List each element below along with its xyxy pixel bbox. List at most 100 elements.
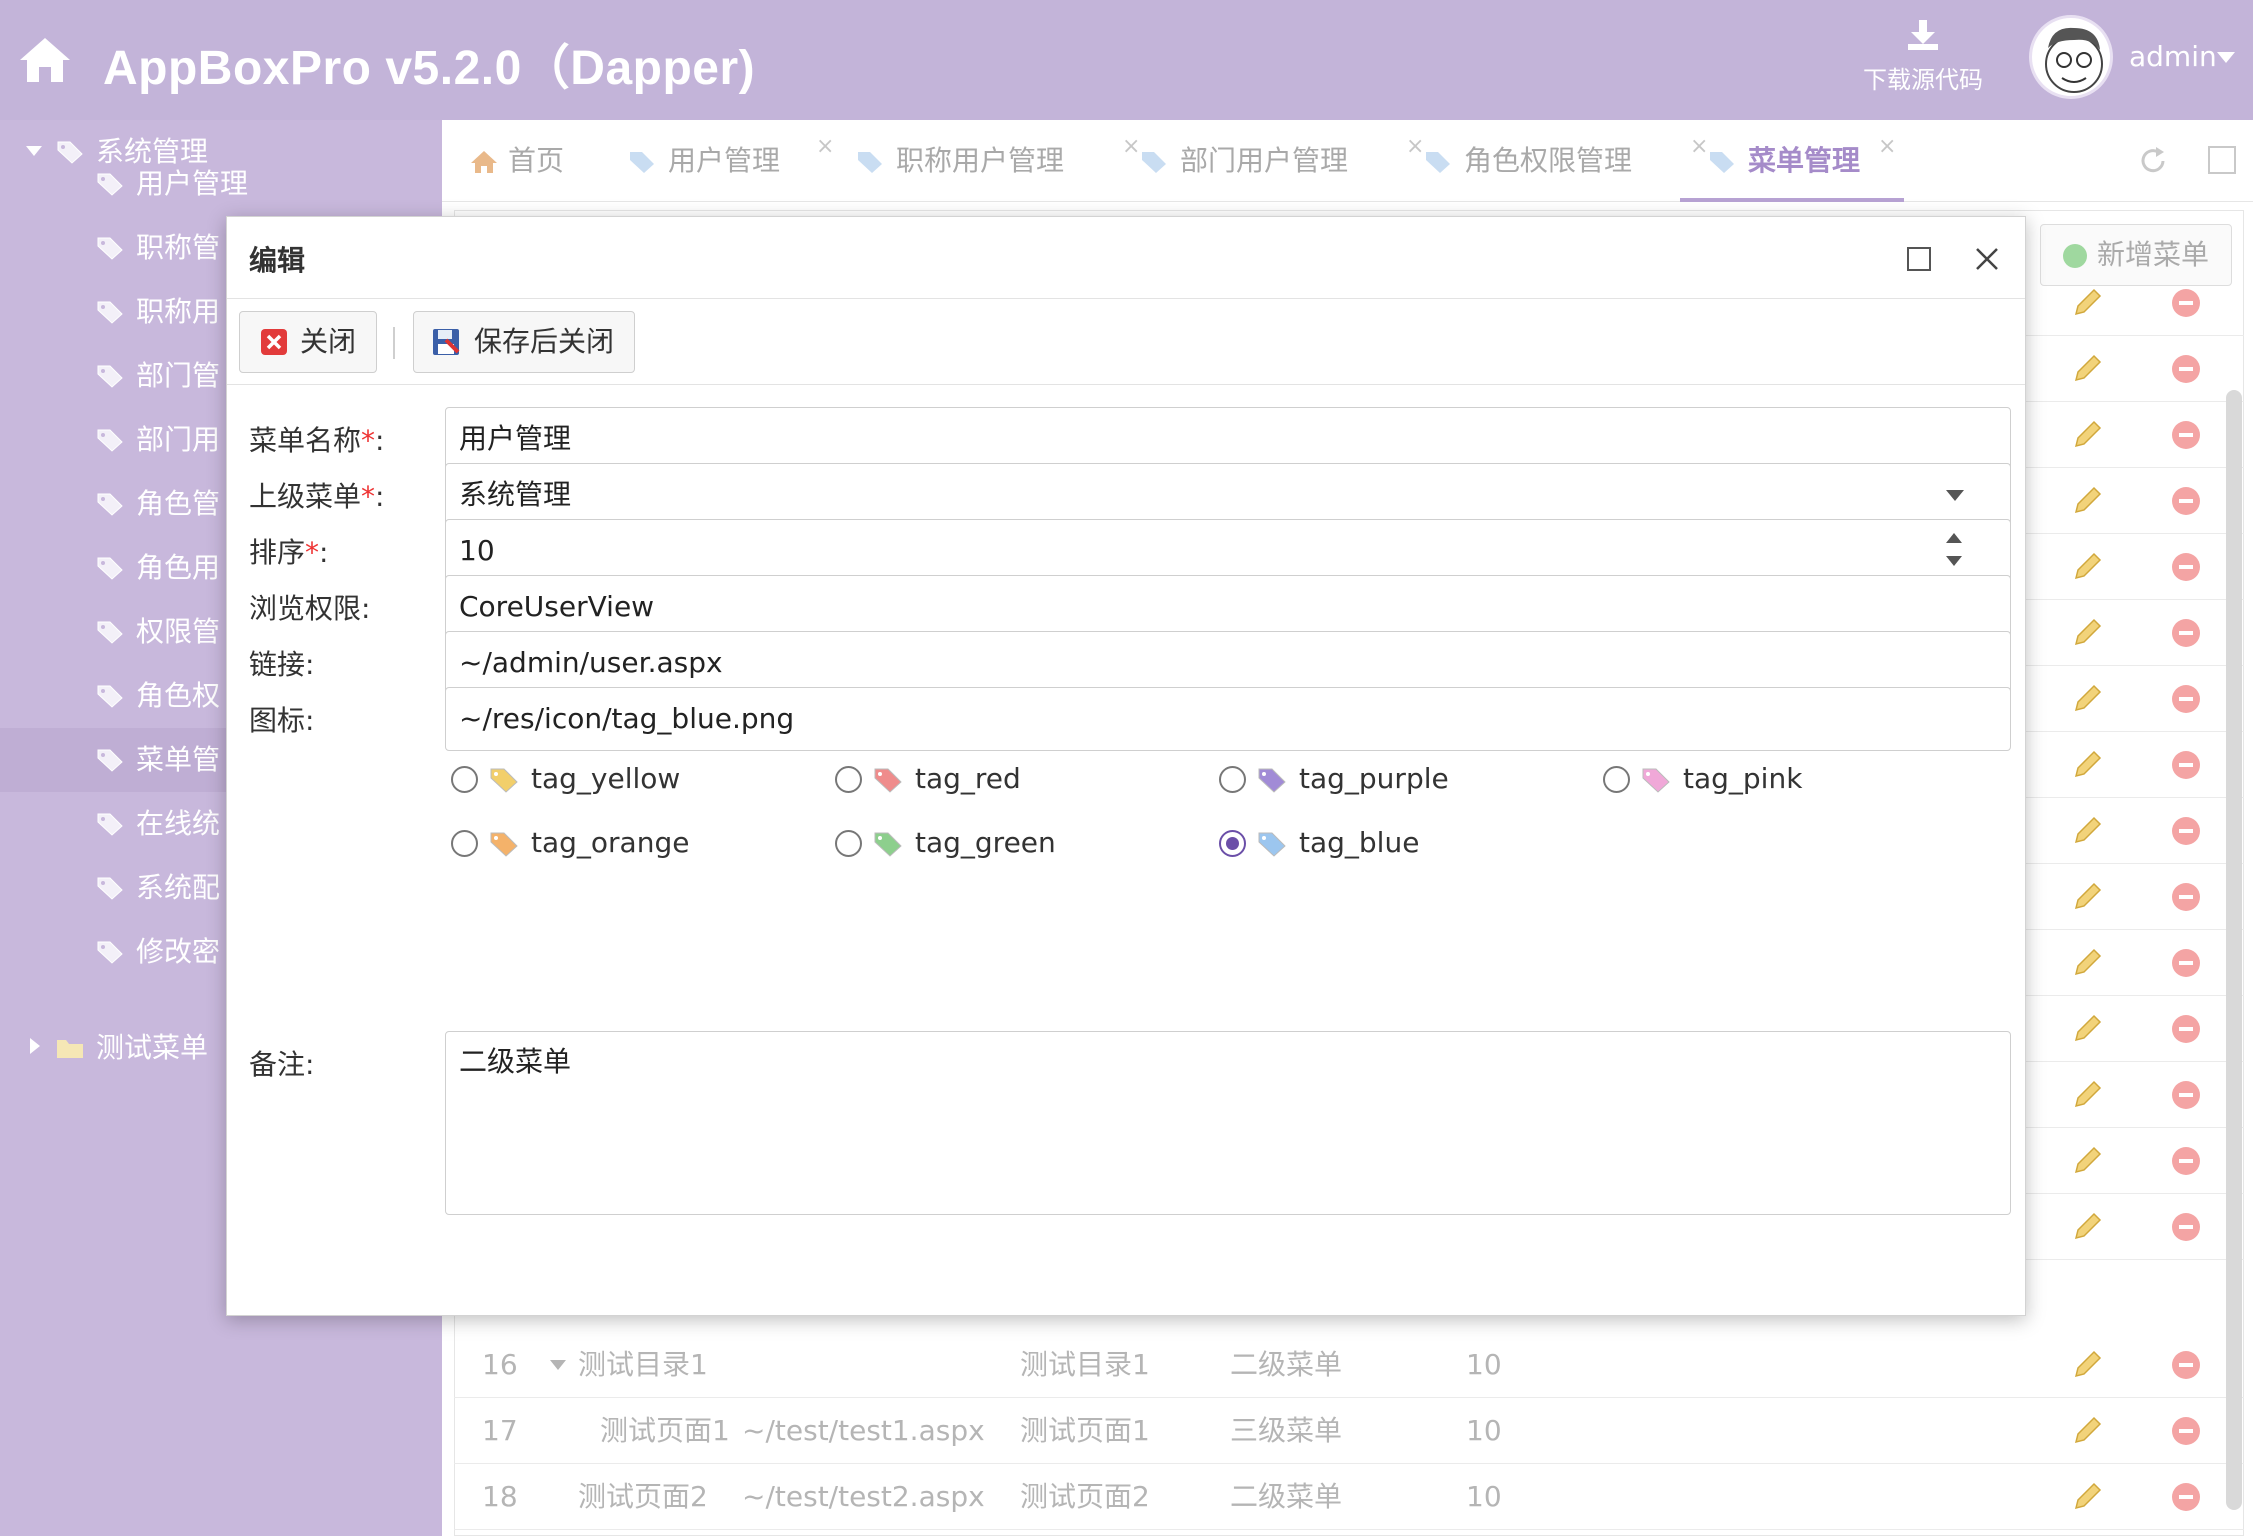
radio-button[interactable] — [835, 830, 862, 857]
tab-user[interactable]: 用户管理 × — [628, 120, 848, 202]
table-row[interactable]: 18 测试页面2 ~/test/test2.aspx 测试页面2 二级菜单 10 — [454, 1464, 2244, 1530]
download-source-button[interactable]: 下载源代码 — [1858, 18, 1988, 95]
edit-icon[interactable] — [2070, 946, 2104, 980]
grid-scrollbar[interactable] — [2226, 390, 2242, 1510]
radio-button[interactable] — [835, 766, 862, 793]
tag-icon — [97, 557, 123, 580]
radio-button[interactable] — [1603, 766, 1630, 793]
maximize-icon[interactable] — [1907, 247, 1931, 271]
delete-icon[interactable] — [2172, 619, 2200, 647]
sidebar-item-label: 用户管理 — [136, 167, 249, 200]
delete-icon[interactable] — [2172, 1015, 2200, 1043]
edit-icon[interactable] — [2070, 286, 2104, 320]
delete-icon[interactable] — [2172, 289, 2200, 317]
edit-icon[interactable] — [2070, 1012, 2104, 1046]
delete-icon[interactable] — [2172, 1213, 2200, 1241]
sidebar-item[interactable]: 用户管理 — [0, 152, 442, 216]
edit-icon[interactable] — [2070, 1144, 2104, 1178]
delete-icon[interactable] — [2172, 883, 2200, 911]
refresh-icon[interactable] — [2136, 144, 2170, 178]
tab-dept-user[interactable]: 部门用户管理 × — [1140, 120, 1430, 202]
edit-icon[interactable] — [2070, 748, 2104, 782]
icon-radio-tag-purple[interactable]: tag_purple — [1219, 759, 1579, 799]
radio-button[interactable] — [451, 766, 478, 793]
user-name[interactable]: admin — [2129, 40, 2217, 73]
tag-icon — [97, 813, 123, 836]
close-icon[interactable]: × — [1878, 106, 1896, 188]
expand-icon[interactable] — [550, 1360, 566, 1370]
edit-icon[interactable] — [2070, 1414, 2104, 1448]
delete-icon[interactable] — [2172, 1483, 2200, 1511]
edit-icon[interactable] — [2070, 616, 2104, 650]
icon-radio-tag-red[interactable]: tag_red — [835, 759, 1195, 799]
dialog-title: 编辑 — [249, 244, 306, 277]
delete-icon[interactable] — [2172, 949, 2200, 977]
delete-icon[interactable] — [2172, 553, 2200, 581]
delete-icon[interactable] — [2172, 1417, 2200, 1445]
chevron-down-icon[interactable] — [2217, 52, 2235, 63]
radio-button[interactable] — [1219, 766, 1246, 793]
tag-icon — [97, 941, 123, 964]
edit-icon[interactable] — [2070, 1210, 2104, 1244]
save-close-button[interactable]: 保存后关闭 — [413, 311, 635, 373]
edit-icon[interactable] — [2070, 1348, 2104, 1382]
icon-radio-tag-green[interactable]: tag_green — [835, 823, 1195, 863]
edit-icon[interactable] — [2070, 352, 2104, 386]
radio-button[interactable] — [451, 830, 478, 857]
tab-role-power[interactable]: 角色权限管理 × — [1424, 120, 1714, 202]
delete-icon[interactable] — [2172, 1351, 2200, 1379]
tab-home[interactable]: 首页 — [470, 120, 580, 202]
home-icon[interactable] — [18, 34, 72, 84]
avatar[interactable] — [2029, 15, 2113, 99]
delete-icon[interactable] — [2172, 751, 2200, 779]
close-icon[interactable]: × — [1122, 106, 1140, 188]
row-remark: 二级菜单 — [1230, 1348, 1343, 1381]
tag-blue-icon — [1258, 832, 1286, 857]
edit-icon[interactable] — [2070, 880, 2104, 914]
table-row[interactable]: 17 测试页面1 ~/test/test1.aspx 测试页面1 三级菜单 10 — [454, 1398, 2244, 1464]
delete-icon[interactable] — [2172, 487, 2200, 515]
icon-radio-tag-blue[interactable]: tag_blue — [1219, 823, 1579, 863]
radio-button[interactable] — [1219, 830, 1246, 857]
name-label: 菜单名称*: — [249, 424, 385, 457]
toolbar-separator — [393, 327, 395, 359]
row-number: 17 — [482, 1414, 518, 1447]
radio-label: tag_yellow — [531, 762, 681, 795]
name-field[interactable]: 用户管理 — [445, 407, 2011, 471]
icon-radio-tag-yellow[interactable]: tag_yellow — [451, 759, 811, 799]
close-icon[interactable]: × — [816, 106, 834, 188]
table-row[interactable]: 16 测试目录1 测试目录1 二级菜单 10 — [454, 1332, 2244, 1398]
delete-icon[interactable] — [2172, 1081, 2200, 1109]
tab-title-user[interactable]: 职称用户管理 × — [856, 120, 1146, 202]
edit-icon[interactable] — [2070, 484, 2104, 518]
delete-icon[interactable] — [2172, 355, 2200, 383]
row-url: ~/test/test1.aspx — [742, 1414, 985, 1447]
close-button[interactable]: 关闭 — [239, 311, 377, 373]
delete-icon[interactable] — [2172, 421, 2200, 449]
spin-up-icon[interactable] — [1946, 533, 1962, 543]
icon-field[interactable]: ~/res/icon/tag_blue.png — [445, 687, 2011, 751]
tab-menu[interactable]: 菜单管理 × — [1680, 120, 1904, 202]
link-field[interactable]: ~/admin/user.aspx — [445, 631, 2011, 695]
delete-icon[interactable] — [2172, 685, 2200, 713]
delete-icon[interactable] — [2172, 817, 2200, 845]
edit-icon[interactable] — [2070, 550, 2104, 584]
tag-red-icon — [874, 768, 902, 793]
close-icon[interactable]: × — [1406, 106, 1424, 188]
remark-textarea[interactable]: 二级菜单 — [445, 1031, 2011, 1215]
edit-icon[interactable] — [2070, 418, 2104, 452]
icon-radio-tag-orange[interactable]: tag_orange — [451, 823, 811, 863]
parent-menu-select[interactable]: 系统管理 — [445, 463, 2011, 527]
close-icon[interactable] — [1967, 239, 2007, 279]
view-power-field[interactable]: CoreUserView — [445, 575, 2011, 639]
maximize-icon[interactable] — [2208, 146, 2236, 174]
icon-radio-tag-pink[interactable]: tag_pink — [1603, 759, 1963, 799]
edit-icon[interactable] — [2070, 1078, 2104, 1112]
row-sort: 10 — [1466, 1480, 1502, 1513]
sort-stepper[interactable]: 10 — [445, 519, 2011, 583]
edit-icon[interactable] — [2070, 814, 2104, 848]
spin-down-icon[interactable] — [1946, 556, 1962, 566]
delete-icon[interactable] — [2172, 1147, 2200, 1175]
edit-icon[interactable] — [2070, 682, 2104, 716]
edit-icon[interactable] — [2070, 1480, 2104, 1514]
